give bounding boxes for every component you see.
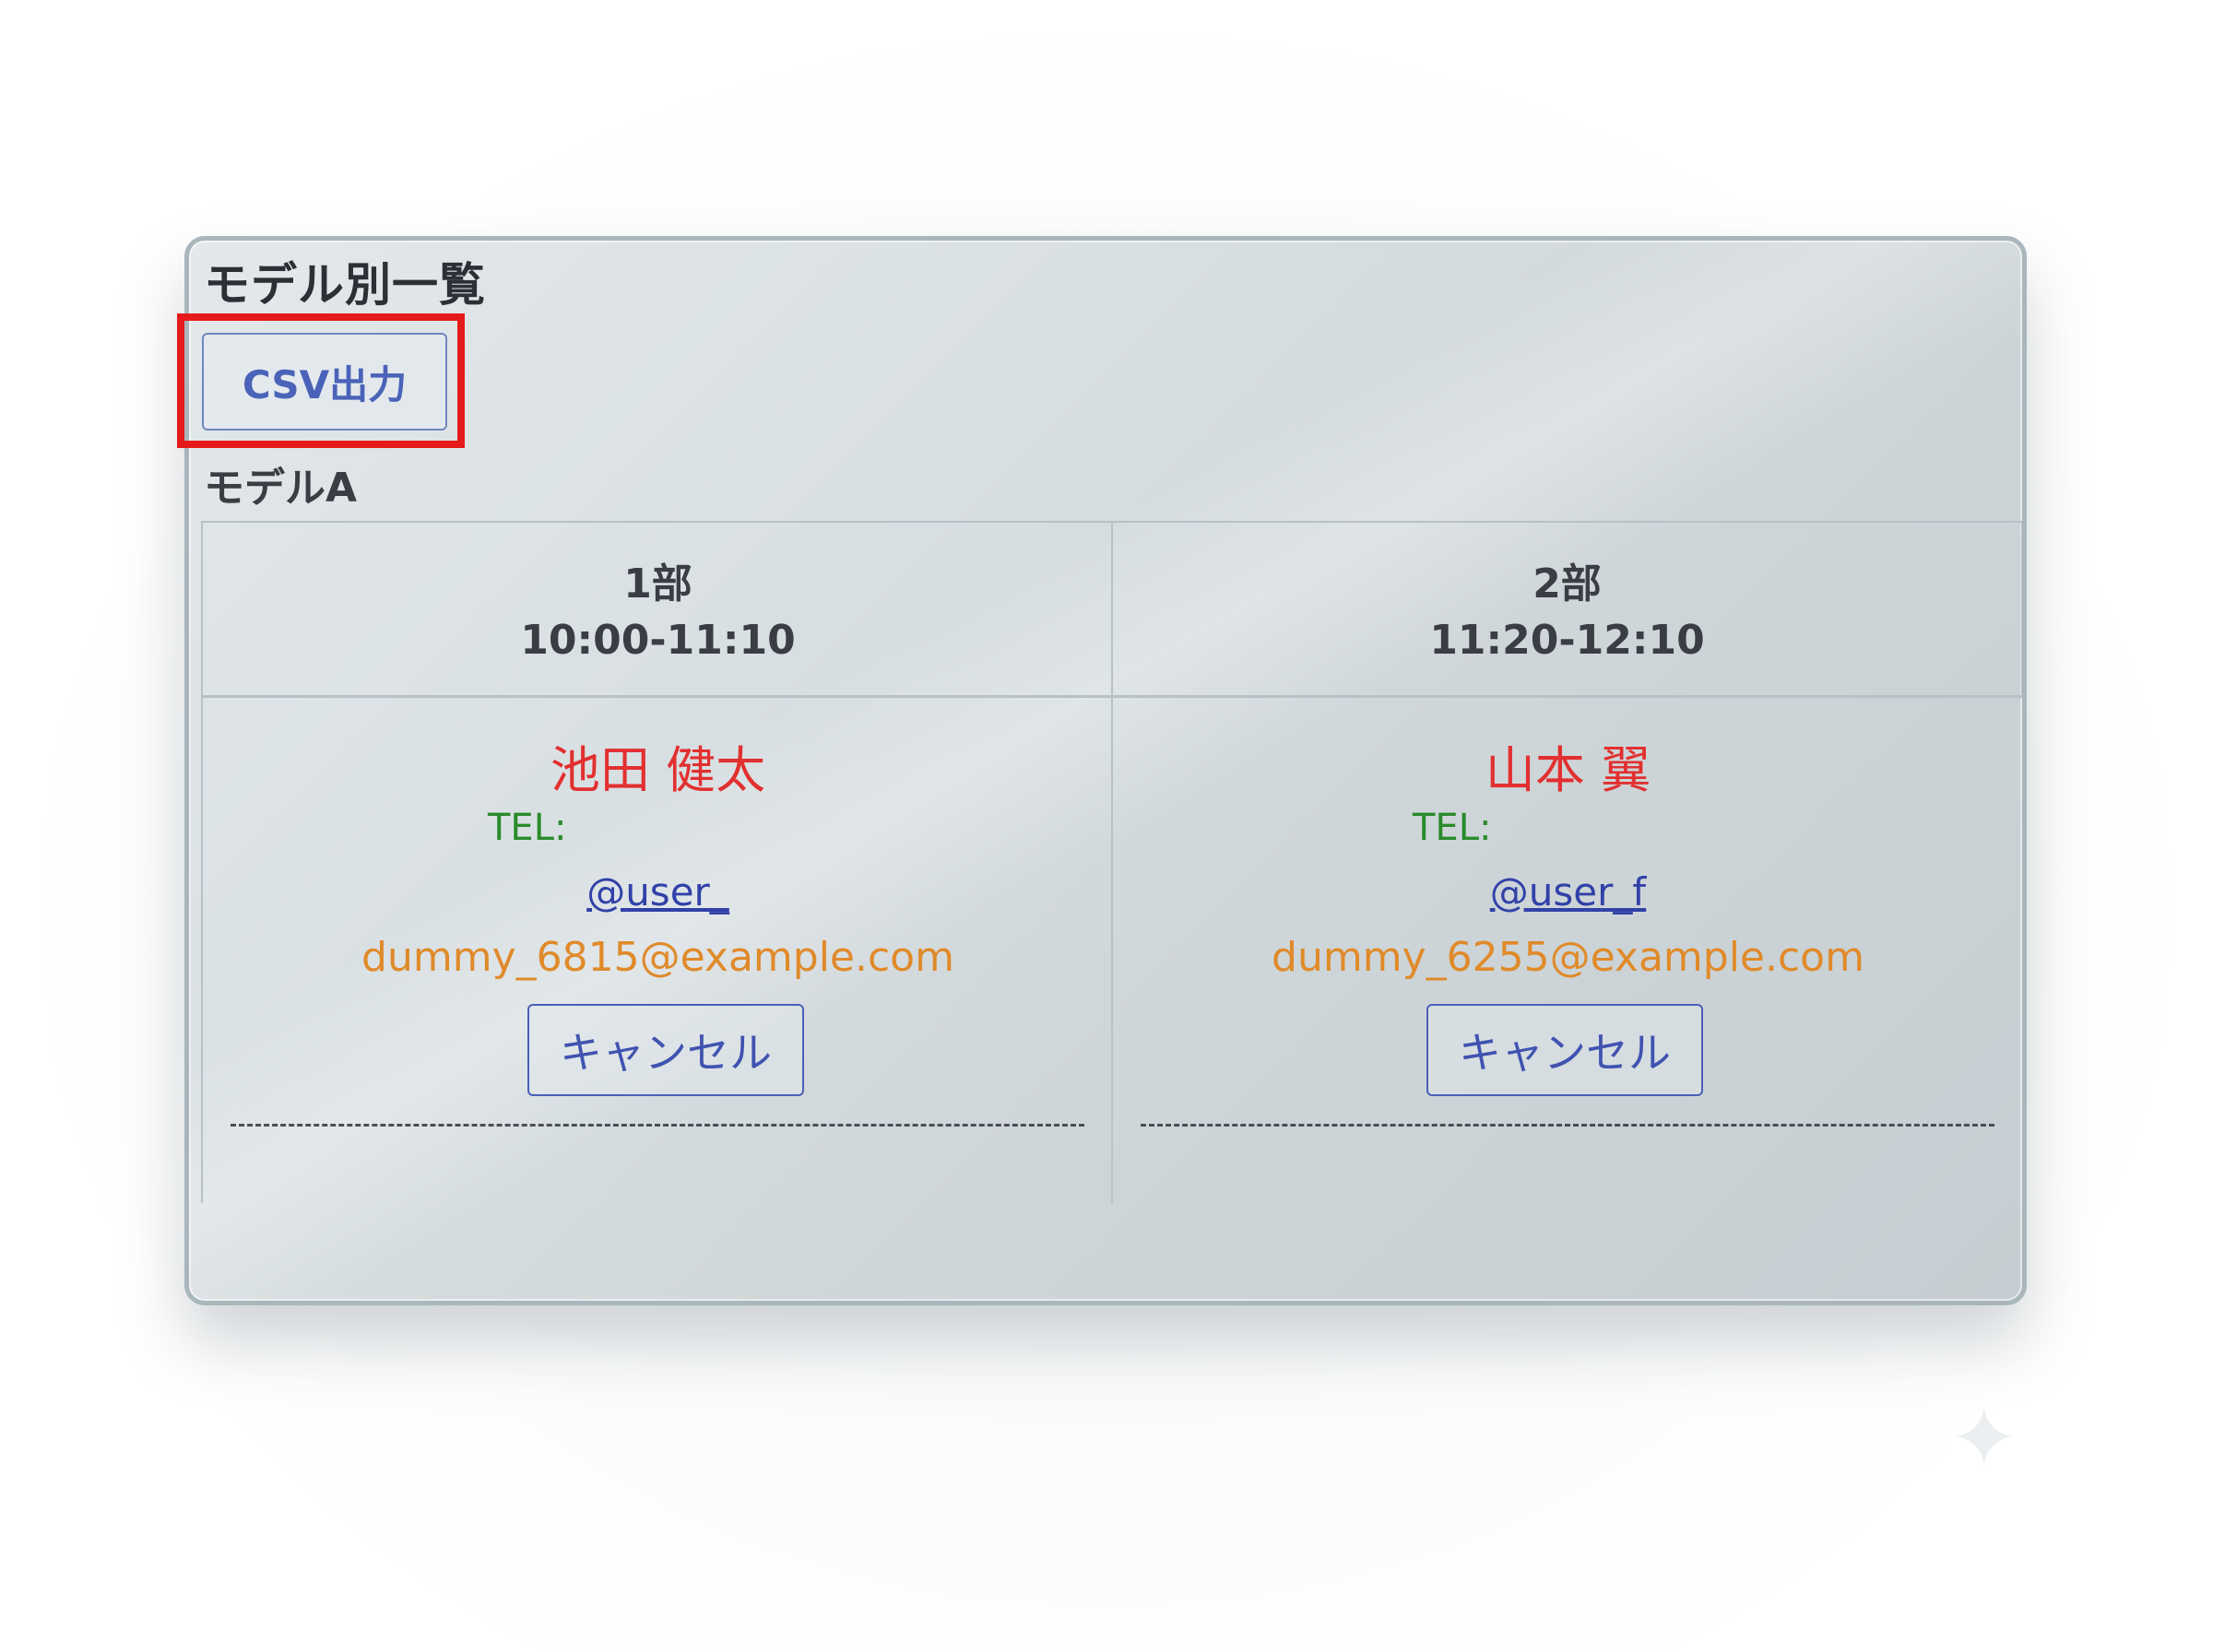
cancel-button[interactable]: キャンセル [527,1004,804,1096]
sparkle-icon: ✦ [1949,1390,2019,1487]
csv-export-button[interactable]: CSV出力 [202,333,447,431]
slot-column: 2部 11:20-12:10 山本 翼 TEL: @user_f dummy_6… [1111,521,2022,1203]
slot-label: 2部 [1533,560,1602,608]
reservation-card: 池田 健太 TEL: @user_ dummy_6815@example.com… [203,698,1113,1203]
tel-label: TEL: [1413,807,1492,849]
slot-time: 10:00-11:10 [520,617,796,664]
slot-column: 1部 10:00-11:10 池田 健太 TEL: @user_ dummy_6… [201,521,1113,1203]
customer-email: dummy_6815@example.com [361,934,954,981]
customer-name: 池田 健太 [550,741,766,799]
slot-label: 1部 [623,560,692,608]
user-handle-link[interactable]: @user_f [1113,869,2022,914]
cancel-button[interactable]: キャンセル [1426,1004,1703,1096]
model-name: モデルA [204,465,358,512]
slot-time: 11:20-12:10 [1429,617,1705,664]
page-title: モデル別一覧 [204,258,486,312]
customer-name: 山本 翼 [1485,741,1651,799]
user-handle-link[interactable]: @user_ [203,869,1113,914]
tel-label: TEL: [488,807,567,849]
schedule-table: 1部 10:00-11:10 池田 健太 TEL: @user_ dummy_6… [201,521,2022,1203]
dashed-divider [231,1124,1084,1127]
slot-header: 1部 10:00-11:10 [203,521,1113,698]
slot-header: 2部 11:20-12:10 [1113,521,2022,698]
model-list-panel: モデル別一覧 CSV出力 モデルA 1部 10:00-11:10 池田 健太 T… [184,236,2027,1305]
dashed-divider [1141,1124,1994,1127]
reservation-card: 山本 翼 TEL: @user_f dummy_6255@example.com… [1113,698,2022,1203]
customer-email: dummy_6255@example.com [1272,934,1864,981]
page: モデル別一覧 CSV出力 モデルA 1部 10:00-11:10 池田 健太 T… [0,0,2213,1652]
